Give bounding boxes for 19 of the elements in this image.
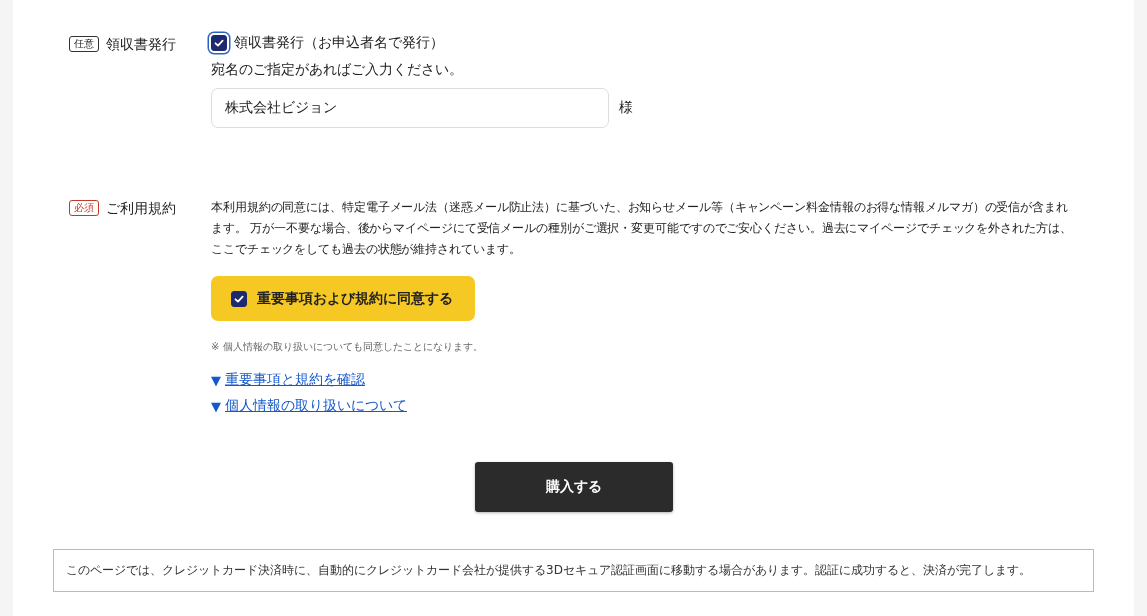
triangle-icon: ▼ <box>211 372 221 388</box>
receipt-checkbox[interactable] <box>211 35 227 51</box>
hint-text: 宛名のご指定があればご入力ください。 <box>211 61 463 79</box>
note-text: ※ 個人情報の取り扱いについても同意したことになります。 <box>211 340 483 354</box>
agree-checkbox-button[interactable]: 重要事項および規約に同意する <box>211 276 475 321</box>
check-icon <box>213 37 225 49</box>
optional-badge: 任意 <box>69 36 99 52</box>
honorific-suffix: 様 <box>619 99 633 117</box>
addressee-input-field[interactable]: 株式会社ビジョン <box>211 88 609 128</box>
required-badge: 必須 <box>69 200 99 216</box>
terms-paragraph: 本利用規約の同意には、特定電子メール法（迷惑メール防止法）に基づいた、お知らせメール等（キャンペーン料金情報のお得な情報メルマガ）の受信が含まれます。 万が一不要な場合、後からマイページにて受信メールの種別がご選択・変更可能ですのでご安心ください。過去にマイページでチェックを外された方は、ここでチェックをしても過去の状態が維持されています。 <box>211 199 1073 258</box>
notice-text: このページでは、クレジットカード決済時に、自動的にクレジットカード会社が提供する3Dセキュア認証画面に移動する場合があります。認証に成功すると、決済が完了します。 <box>53 549 1094 592</box>
purchase-button[interactable]: 購入する <box>474 462 673 512</box>
expand-link[interactable]: 個人情報の取り扱いについて <box>225 397 407 415</box>
triangle-icon: ▼ <box>211 398 221 414</box>
checkbox-label[interactable]: 領収書発行（お申込者名で発行） <box>234 34 444 52</box>
field-label: 領収書発行 <box>106 35 176 54</box>
field-label: ご利用規約 <box>106 199 176 218</box>
expand-link[interactable]: 重要事項と規約を確認 <box>225 371 365 389</box>
